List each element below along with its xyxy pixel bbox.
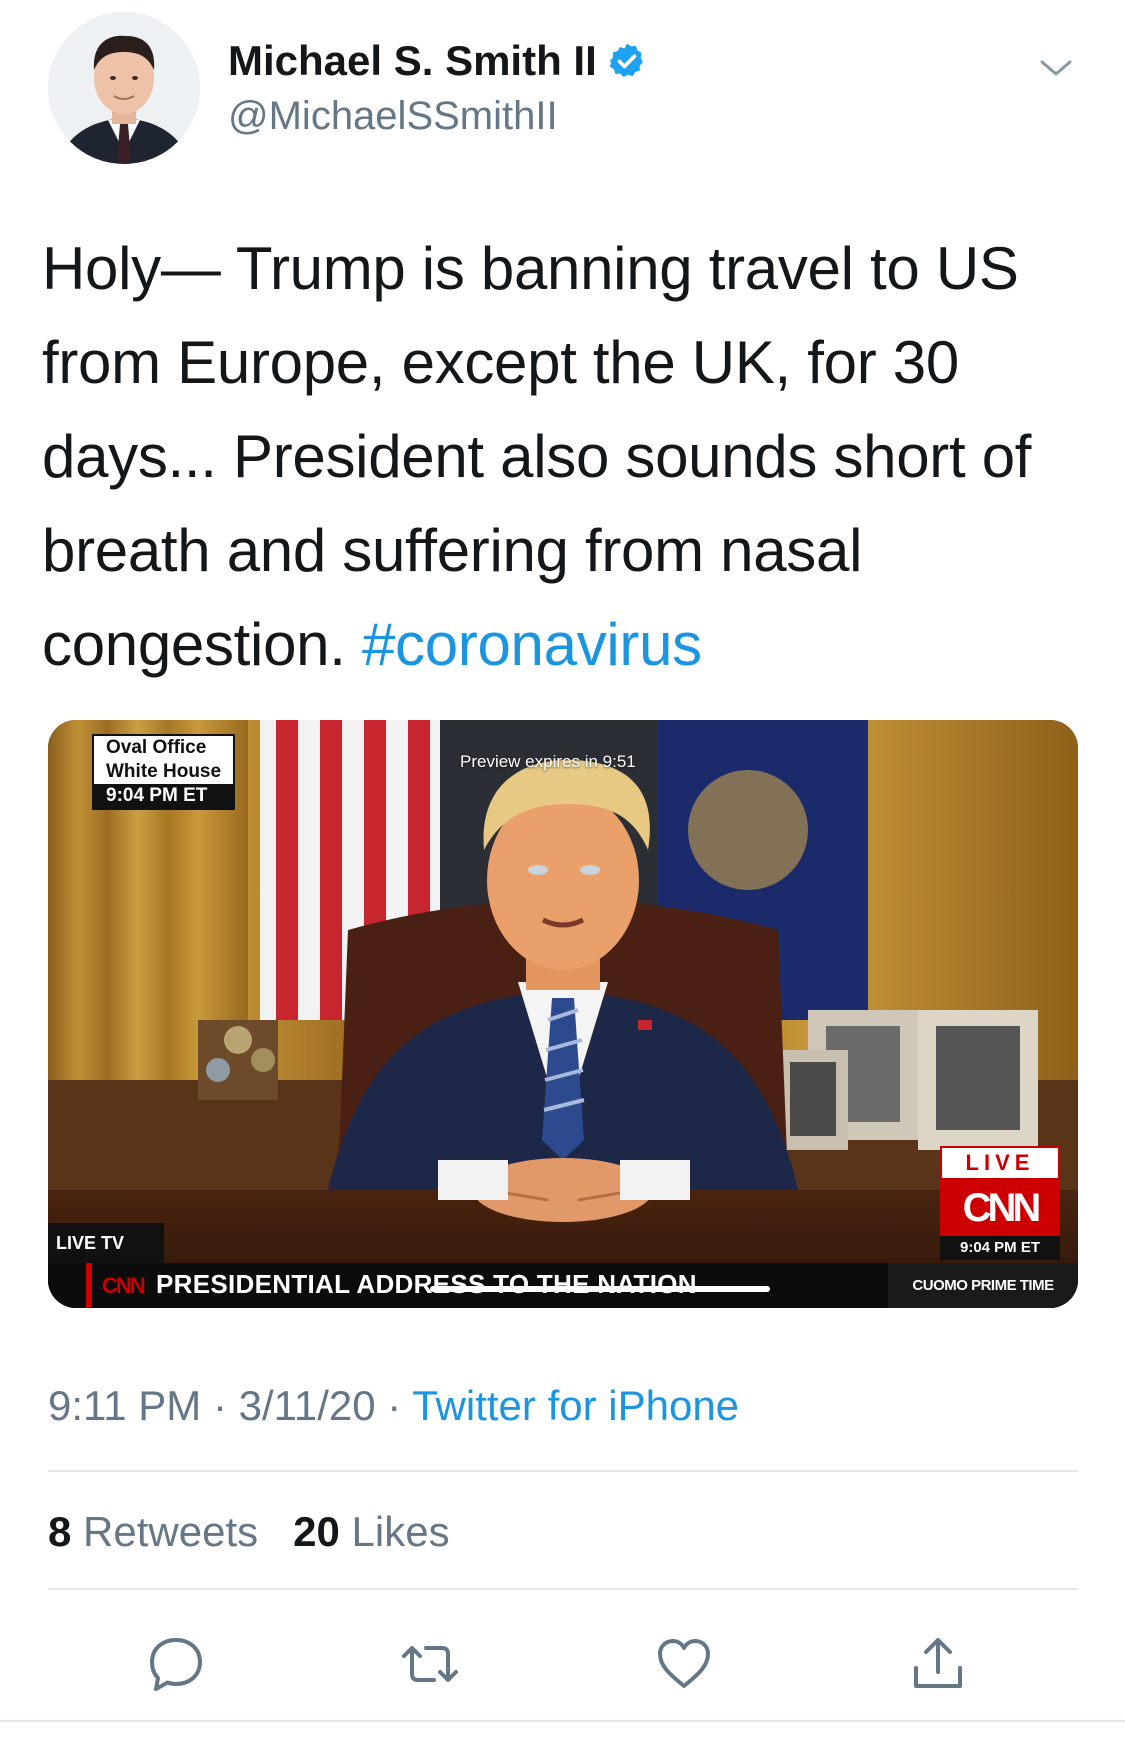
author-block[interactable]: Michael S. Smith II @MichaelSSmithII (228, 40, 647, 136)
meta-separator: · (201, 1382, 239, 1429)
network-logo: CNN (940, 1180, 1060, 1236)
display-name[interactable]: Michael S. Smith II (228, 40, 597, 82)
show-name: CUOMO PRIME TIME (888, 1263, 1078, 1308)
retweets-label: Retweets (83, 1508, 259, 1555)
live-tv-badge: LIVE TV (48, 1223, 164, 1263)
divider-footer (0, 1720, 1125, 1722)
tweet-meta: 9:11 PM · 3/11/20 · Twitter for iPhone (48, 1382, 739, 1430)
tweet-actions (0, 1622, 1125, 1702)
video-media[interactable]: Oval Office White House 9:04 PM ET Previ… (48, 720, 1078, 1308)
retweet-icon[interactable] (398, 1632, 462, 1696)
avatar[interactable] (48, 12, 200, 164)
hashtag-link[interactable]: #coronavirus (362, 611, 702, 678)
location-line-1: Oval Office (106, 737, 207, 758)
tweet-source-link[interactable]: Twitter for iPhone (412, 1382, 739, 1429)
video-progress-bar[interactable] (430, 1286, 770, 1292)
tweet-header: Michael S. Smith II @MichaelSSmithII (48, 12, 1088, 164)
tweet-time[interactable]: 9:11 PM (48, 1382, 201, 1429)
live-label: LIVE (940, 1146, 1060, 1180)
user-handle[interactable]: @MichaelSSmithII (228, 96, 647, 136)
network-bug: LIVE CNN 9:04 PM ET (940, 1146, 1060, 1260)
share-icon[interactable] (906, 1632, 970, 1696)
location-time: 9:04 PM ET (94, 784, 234, 808)
retweets-count: 8 (48, 1508, 72, 1555)
tweet-stats: 8 Retweets 20 Likes (48, 1508, 450, 1556)
chyron-logo: CNN (102, 1273, 146, 1298)
tweet-date[interactable]: 3/11/20 (239, 1382, 376, 1429)
likes-count: 20 (293, 1508, 340, 1555)
meta-separator-2: · (375, 1382, 413, 1429)
location-overlay: Oval Office White House 9:04 PM ET (92, 734, 236, 810)
chevron-down-icon[interactable] (1036, 48, 1076, 88)
likes-stat[interactable]: 20 Likes (293, 1508, 449, 1555)
reply-icon[interactable] (144, 1632, 208, 1696)
divider-top (48, 1470, 1078, 1472)
chyron-headline: PRESIDENTIAL ADDRESS TO THE NATION (156, 1269, 697, 1299)
heart-icon[interactable] (652, 1632, 716, 1696)
chyron-accent (86, 1263, 92, 1308)
tweet-text: Holy— Trump is banning travel to US from… (42, 222, 1092, 692)
broadcast-time: 9:04 PM ET (940, 1236, 1060, 1260)
preview-expires-label: Preview expires in 9:51 (460, 752, 636, 771)
retweets-stat[interactable]: 8 Retweets (48, 1508, 258, 1555)
tweet-detail: Michael S. Smith II @MichaelSSmithII Hol… (0, 0, 1125, 1747)
likes-label: Likes (351, 1508, 450, 1555)
verified-badge-icon (607, 41, 647, 81)
divider-bottom (48, 1588, 1078, 1590)
location-line-2: White House (106, 761, 222, 782)
